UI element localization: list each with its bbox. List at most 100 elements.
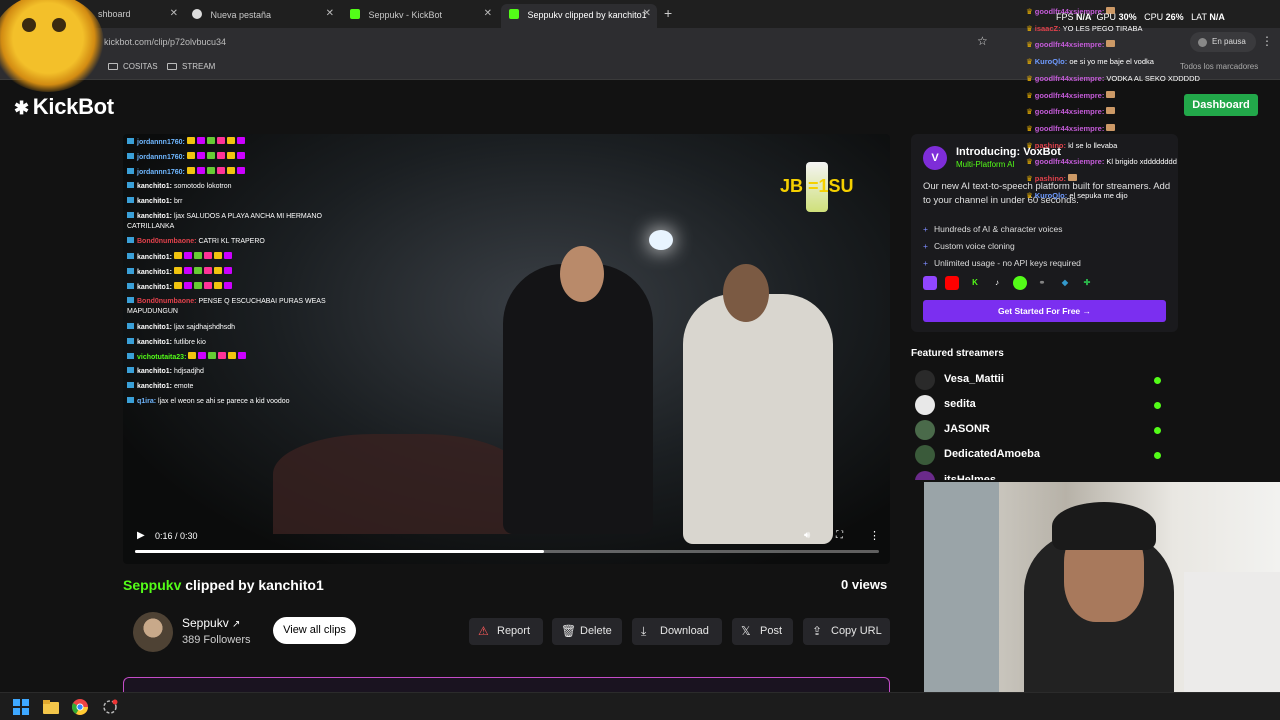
chat-text: ljax SALUDOS A PLAYA ANCHA MI HERMANO — [173, 213, 322, 220]
tab-clip-active[interactable]: Seppukv clipped by kanchito1 ✕ — [501, 4, 657, 28]
close-icon[interactable]: ✕ — [484, 8, 492, 19]
avatar — [1198, 38, 1207, 47]
close-icon[interactable]: ✕ — [326, 8, 334, 19]
lat-value: N/A — [1209, 12, 1225, 22]
chat-text: ljax sajdhajshdhsdh — [173, 324, 236, 331]
close-icon[interactable]: ✕ — [170, 8, 178, 19]
tab-label: Seppukv - KickBot — [368, 10, 443, 20]
live-indicator-icon — [1154, 402, 1161, 409]
featured-streamer-item[interactable]: itsHelmes — [915, 470, 1165, 480]
windows-start-icon[interactable] — [13, 699, 29, 715]
chat-emote-icon — [193, 282, 202, 289]
chat-emote-icon — [188, 352, 197, 359]
featured-streamer-item[interactable]: Vesa_Mattii — [915, 369, 1165, 391]
video-scene-person — [503, 264, 653, 534]
more-options-icon[interactable]: ⋮ — [869, 529, 880, 542]
chat-badge-icon — [127, 197, 134, 203]
emoji-eye — [52, 18, 66, 32]
clip-channel-link[interactable]: Seppukv — [123, 577, 181, 593]
stream-chat-message: ♛ pashino: kl se lo llevaba — [1026, 141, 1117, 150]
tab-dashboard[interactable]: shboard ✕ — [90, 4, 184, 28]
chat-text: YO LES PEGO TIRABA — [1062, 23, 1143, 33]
profile-status-pill[interactable]: En pausa — [1190, 32, 1256, 52]
chat-emote-icon — [223, 252, 232, 259]
chat-username: goodlfr44xsiempre: — [1034, 157, 1107, 167]
featured-streamer-item[interactable]: JASONR — [915, 419, 1165, 441]
site-logo[interactable]: ✱ KickBot — [14, 94, 114, 120]
chat-username: KuroQlo: — [1034, 57, 1070, 67]
view-all-clips-button[interactable]: View all clips — [273, 617, 356, 644]
kickbot-icon — [350, 9, 360, 19]
chat-username: pashino: — [1034, 174, 1069, 183]
tab-label: shboard — [98, 9, 131, 19]
chat-text: el sepuka me dijo — [1069, 190, 1128, 200]
video-progress-bar[interactable] — [135, 550, 879, 553]
copy-url-button[interactable]: ⇪ Copy URL — [803, 618, 890, 645]
play-icon[interactable]: ▶ — [137, 530, 145, 541]
chat-emote-icon — [216, 167, 225, 174]
tab-seppukv-kickbot[interactable]: Seppukv - KickBot ✕ — [342, 4, 498, 28]
chat-emote-icon — [206, 137, 215, 144]
report-label: Report — [497, 625, 531, 637]
chat-text: kl se lo llevaba — [1068, 140, 1118, 150]
new-tab-button[interactable]: + — [664, 5, 672, 21]
close-icon[interactable]: ✕ — [643, 8, 651, 19]
chat-message: kanchito1: — [127, 267, 234, 277]
chat-emote-icon — [206, 167, 215, 174]
chat-emote-icon — [213, 282, 222, 289]
bookmark-folder-stream[interactable]: STREAM — [167, 62, 215, 71]
avatar — [915, 445, 935, 465]
streamer-name[interactable]: Seppukv ↗ — [182, 616, 240, 630]
crown-badge-icon: ♛ — [1026, 73, 1033, 83]
bookmark-folder-cositas[interactable]: COSITAS — [108, 62, 158, 71]
video-controls: ▶ 0:16 / 0:30 🔊︎ ⛶ ⋮ — [123, 522, 890, 564]
crown-badge-icon: ♛ — [1026, 123, 1033, 133]
chat-message: jordannn1760: — [127, 152, 247, 162]
post-button[interactable]: 𝕏 Post — [732, 618, 793, 645]
app-icon[interactable] — [102, 699, 118, 715]
tab-new-tab[interactable]: Nueva pestaña ✕ — [184, 4, 340, 28]
chat-emote-icon — [173, 252, 182, 259]
chat-username: kanchito1: — [137, 368, 174, 375]
chat-badge-icon — [127, 397, 134, 403]
get-started-button[interactable]: Get Started For Free → — [923, 300, 1166, 322]
browser-menu-icon[interactable]: ⋮ — [1261, 34, 1273, 48]
featured-streamer-item[interactable]: DedicatedAmoeba — [915, 444, 1165, 466]
streamer-name: DedicatedAmoeba — [944, 448, 1040, 460]
folder-icon — [108, 63, 118, 70]
report-button[interactable]: ⚠ Report — [469, 618, 543, 645]
profile-status-label: En pausa — [1212, 37, 1246, 46]
file-explorer-icon[interactable] — [43, 699, 59, 715]
chat-emote-icon — [183, 267, 192, 274]
bookmark-star-icon[interactable]: ☆ — [977, 34, 988, 48]
chat-message: vichotutaita23: — [127, 352, 248, 362]
chat-username: kanchito1: — [137, 324, 174, 331]
fullscreen-icon[interactable]: ⛶ — [836, 530, 843, 541]
tab-label: Seppukv clipped by kanchito1 — [527, 10, 647, 20]
chat-message: jordannn1760: — [127, 137, 247, 147]
streamer-card[interactable]: Seppukv ↗ 389 Followers — [124, 607, 262, 655]
featured-streamer-item[interactable]: sedita — [915, 394, 1165, 416]
chat-text: CATRI KL TRAPERO — [198, 238, 265, 245]
dashboard-button[interactable]: Dashboard — [1184, 94, 1258, 116]
chat-message: jordannn1760: — [127, 167, 247, 177]
url-field[interactable]: kickbot.com/clip/p72olvbucu34 — [104, 37, 226, 47]
avatar — [915, 395, 935, 415]
clip-video-player[interactable]: JB =1SU jordannn1760: jordannn1760: jord… — [123, 134, 890, 564]
chrome-icon[interactable] — [71, 699, 88, 715]
delete-button[interactable]: 🗑︎ Delete — [552, 618, 622, 645]
volume-icon[interactable]: 🔊︎ — [804, 530, 810, 541]
video-scene-person — [683, 294, 833, 544]
fps-label: FPS — [1056, 12, 1074, 22]
bookmark-label: STREAM — [182, 62, 216, 71]
chat-message: q1ira: ljax el weon se ahi se parece a k… — [127, 397, 290, 406]
chat-username: goodlfr44xsiempre: — [1034, 40, 1107, 50]
chat-username: goodlfr44xsiempre: — [1034, 107, 1107, 117]
download-button[interactable]: ⤓ Download — [632, 618, 722, 645]
chat-badge-icon — [127, 382, 134, 388]
chat-emote-icon — [238, 352, 247, 359]
streamer-name: Vesa_Mattii — [944, 373, 1004, 385]
chat-message: MAPUDUNGUN — [127, 307, 178, 316]
chat-text: somotodo lokotron — [173, 183, 232, 190]
all-bookmarks[interactable]: Todos los marcadores — [1180, 62, 1258, 71]
